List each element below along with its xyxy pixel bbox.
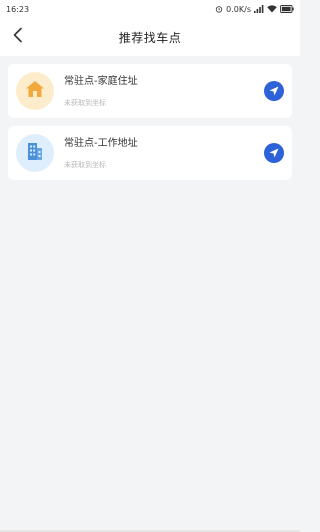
navigate-icon bbox=[268, 144, 280, 163]
building-icon bbox=[26, 141, 44, 165]
home-icon bbox=[25, 80, 45, 102]
location-subtitle: 未获取到坐标 bbox=[64, 98, 106, 107]
chevron-left-icon bbox=[12, 27, 24, 47]
location-title: 常驻点-家庭住址 bbox=[64, 75, 138, 87]
home-avatar bbox=[16, 72, 54, 110]
location-subtitle: 未获取到坐标 bbox=[64, 160, 106, 169]
location-title: 常驻点-工作地址 bbox=[64, 137, 138, 149]
screen: 16:23 0.0K/s 推荐找车点 常驻点-家庭住址 未获取到坐标 常驻点-工… bbox=[0, 0, 300, 532]
location-text-work: 常驻点-工作地址 未获取到坐标 bbox=[64, 137, 264, 170]
signal-icon bbox=[254, 5, 264, 13]
location-text-home: 常驻点-家庭住址 未获取到坐标 bbox=[64, 75, 264, 108]
location-card-home[interactable]: 常驻点-家庭住址 未获取到坐标 bbox=[8, 64, 292, 118]
navigate-button-work[interactable] bbox=[264, 143, 284, 163]
wifi-icon bbox=[267, 5, 277, 13]
battery-icon bbox=[280, 5, 294, 13]
navigation-bar: 推荐找车点 bbox=[0, 18, 300, 56]
work-avatar bbox=[16, 134, 54, 172]
alarm-icon bbox=[215, 5, 223, 13]
page-title: 推荐找车点 bbox=[118, 30, 182, 45]
back-button[interactable] bbox=[6, 25, 30, 49]
location-card-work[interactable]: 常驻点-工作地址 未获取到坐标 bbox=[8, 126, 292, 180]
network-speed: 0.0K/s bbox=[226, 4, 251, 14]
location-list: 常驻点-家庭住址 未获取到坐标 常驻点-工作地址 未获取到坐标 bbox=[0, 56, 300, 180]
navigate-button-home[interactable] bbox=[264, 81, 284, 101]
status-bar: 16:23 0.0K/s bbox=[0, 0, 300, 18]
status-time: 16:23 bbox=[6, 4, 30, 14]
navigate-icon bbox=[268, 82, 280, 101]
status-icons: 0.0K/s bbox=[215, 5, 294, 14]
